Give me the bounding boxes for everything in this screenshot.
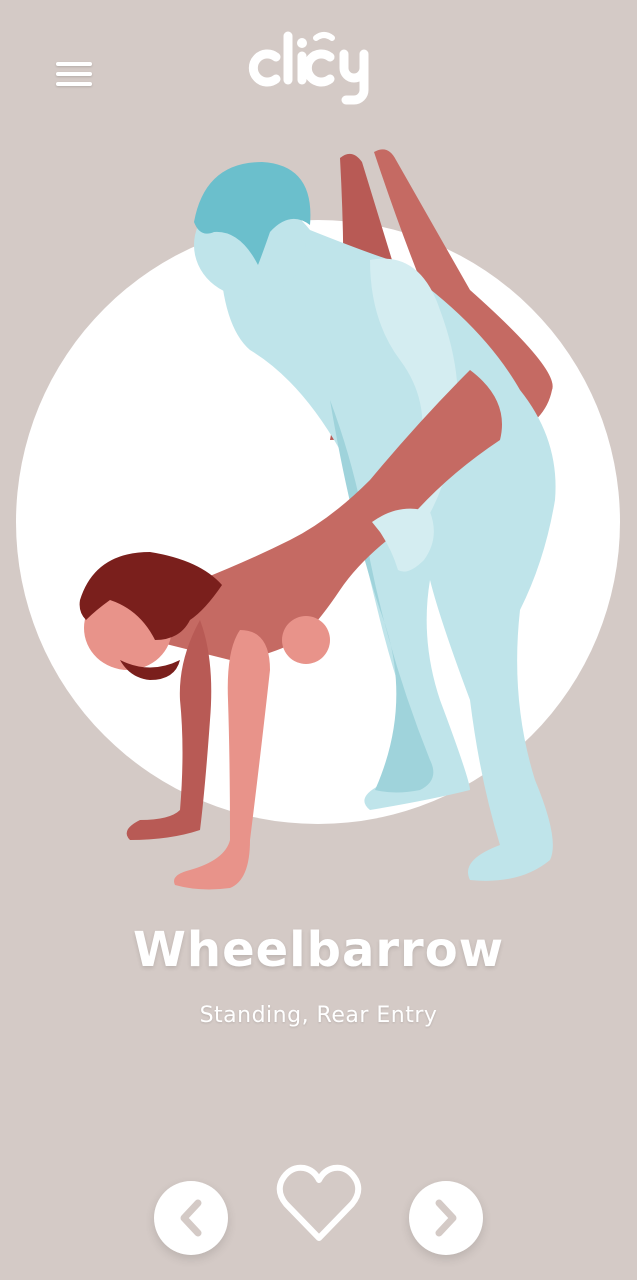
menu-line [56,62,92,66]
position-subtitle: Standing, Rear Entry [199,1003,438,1028]
heart-outline-icon [276,1164,362,1241]
previous-button[interactable] [154,1181,228,1255]
next-button[interactable] [409,1181,483,1255]
chevron-right-icon [435,1199,457,1237]
favorite-button[interactable] [274,1162,364,1246]
position-title: Wheelbarrow [132,922,505,978]
chevron-left-icon [180,1199,202,1237]
app-screen: clicy [0,0,637,1280]
figure-woman-chest [282,616,330,664]
position-illustration [16,149,620,890]
app-logo: clicy [248,31,369,105]
menu-line [56,82,92,86]
menu-line [56,72,92,76]
menu-button[interactable] [50,58,98,92]
